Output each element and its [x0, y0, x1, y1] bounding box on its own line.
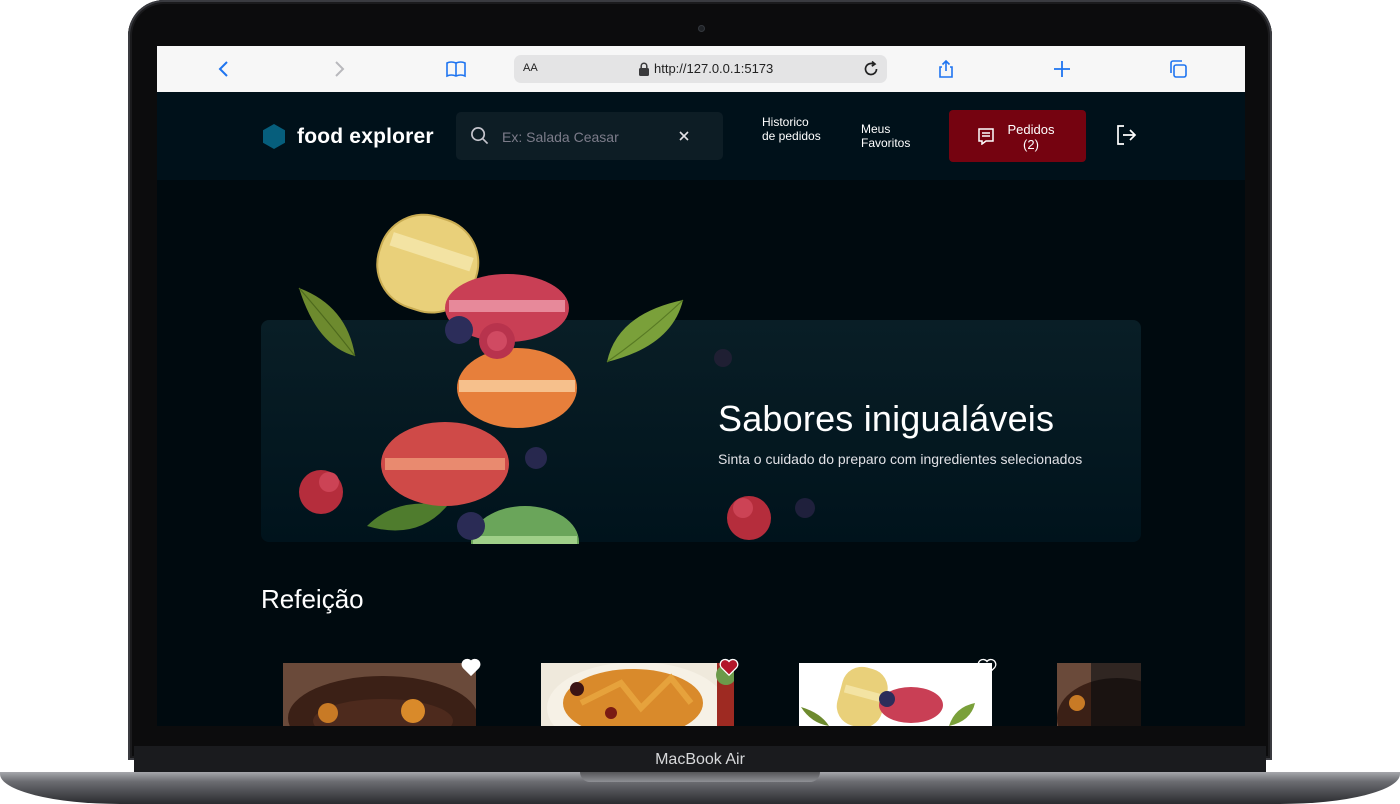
order-history-link[interactable]: Historico de pedidos — [762, 115, 822, 143]
address-bar[interactable]: AA http://127.0.0.1:5173 — [514, 55, 887, 83]
lock-icon — [639, 62, 649, 76]
text-size-button[interactable]: AA — [523, 62, 538, 74]
url-text: http://127.0.0.1:5173 — [654, 61, 774, 76]
bookmarks-icon[interactable] — [445, 58, 467, 80]
hexagon-logo-icon — [263, 124, 285, 149]
reload-icon[interactable] — [861, 59, 881, 79]
close-icon[interactable] — [676, 128, 692, 144]
forward-icon[interactable] — [328, 58, 350, 80]
share-icon[interactable] — [935, 58, 957, 80]
back-icon[interactable] — [213, 58, 235, 80]
orders-button[interactable]: Pedidos (2) — [949, 110, 1086, 162]
banner-subtitle: Sinta o cuidado do preparo com ingredien… — [718, 451, 1083, 467]
device-label: MacBook Air — [134, 746, 1266, 772]
meals-section-title: Refeição — [261, 584, 364, 614]
laptop-notch — [580, 772, 820, 782]
new-tab-icon[interactable] — [1051, 58, 1073, 80]
logo[interactable]: food explorer — [263, 124, 434, 149]
heart-icon[interactable] — [719, 658, 739, 676]
browser-toolbar: AA http://127.0.0.1:5173 — [157, 46, 1245, 93]
macarons-illustration — [298, 213, 815, 544]
meal-card-image[interactable] — [1057, 663, 1141, 726]
logout-icon[interactable] — [1114, 123, 1138, 147]
favorites-link[interactable]: Meus Favoritos — [861, 122, 921, 150]
meal-card-image[interactable] — [799, 663, 992, 726]
camera — [698, 25, 705, 32]
search-input[interactable] — [500, 125, 674, 149]
app-header: food explorer Historico de pedidos Meus … — [157, 92, 1245, 180]
meal-card-image[interactable] — [541, 663, 734, 726]
banner-title: Sabores inigualáveis — [718, 398, 1055, 439]
heart-icon[interactable] — [977, 658, 997, 676]
meal-card-image[interactable] — [283, 663, 476, 726]
search-icon — [471, 127, 489, 145]
heart-icon[interactable] — [461, 658, 481, 676]
tabs-overview-icon[interactable] — [1167, 58, 1189, 80]
screen: AA http://127.0.0.1:5173 food explorer E… — [157, 46, 1245, 726]
search-box — [456, 112, 723, 160]
receipt-icon — [978, 128, 994, 145]
logo-text: food explorer — [297, 124, 434, 148]
orders-label: Pedidos (2) — [1007, 122, 1055, 152]
